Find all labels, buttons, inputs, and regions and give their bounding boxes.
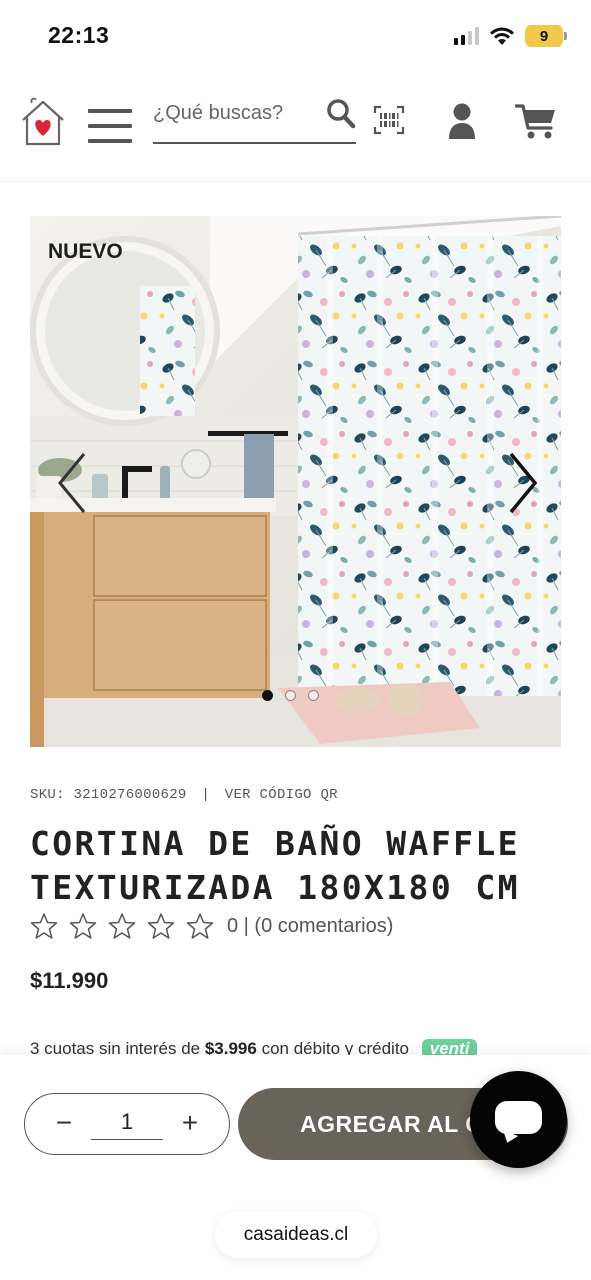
user-account-icon[interactable] — [447, 102, 477, 140]
rating-summary[interactable]: 0 | (0 comentarios) — [227, 915, 393, 938]
status-icons: 9 — [454, 25, 567, 47]
sku-line: SKU: 3210276000629 | VER CÓDIGO QR — [30, 787, 338, 803]
view-qr-link[interactable]: VER CÓDIGO QR — [225, 787, 338, 803]
product-title: CORTINA DE BAÑO WAFFLE TEXTURIZADA 180X1… — [30, 824, 520, 907]
site-header — [0, 72, 591, 182]
carousel-dot[interactable] — [308, 690, 319, 701]
search-box — [153, 94, 356, 144]
star-outline-icon[interactable] — [30, 912, 58, 940]
product-image-gallery[interactable]: NUEVO — [30, 216, 561, 747]
chevron-left-icon[interactable] — [52, 448, 92, 518]
product-rating[interactable]: 0 | (0 comentarios) — [30, 912, 393, 940]
status-bar: 22:13 9 — [0, 0, 591, 72]
star-outline-icon[interactable] — [108, 912, 136, 940]
star-outline-icon[interactable] — [69, 912, 97, 940]
quantity-stepper: − + — [24, 1093, 230, 1155]
browser-bottom-bar: casaideas.cl — [0, 1195, 591, 1280]
barcode-scanner-icon[interactable] — [373, 104, 405, 136]
quantity-input[interactable] — [91, 1104, 163, 1140]
wifi-icon — [490, 27, 514, 45]
browser-url-pill[interactable]: casaideas.cl — [215, 1212, 377, 1258]
chat-support-button[interactable] — [470, 1071, 567, 1168]
sku-separator: | — [201, 787, 211, 803]
quantity-increase-button[interactable]: + — [175, 1108, 205, 1138]
chevron-right-icon[interactable] — [503, 448, 543, 518]
star-outline-icon[interactable] — [147, 912, 175, 940]
battery-indicator: 9 — [525, 25, 567, 47]
carousel-pagination — [262, 690, 319, 701]
menu-line — [88, 109, 132, 113]
house-heart-logo-icon[interactable] — [18, 94, 68, 148]
search-input[interactable] — [153, 102, 318, 125]
shopping-cart-icon[interactable] — [515, 102, 557, 140]
new-badge: NUEVO — [48, 240, 123, 263]
hamburger-menu-button[interactable] — [88, 109, 132, 143]
menu-line — [88, 124, 132, 128]
search-icon[interactable] — [326, 98, 356, 130]
quantity-decrease-button[interactable]: − — [49, 1108, 79, 1138]
carousel-dot[interactable] — [285, 690, 296, 701]
star-outline-icon[interactable] — [186, 912, 214, 940]
product-price: $11.990 — [30, 968, 109, 993]
menu-line — [88, 139, 132, 143]
cellular-signal-icon — [454, 27, 479, 45]
sku-value: 3210276000629 — [73, 787, 187, 803]
status-time: 22:13 — [48, 22, 110, 48]
sku-label: SKU: — [30, 787, 65, 803]
product-photo — [30, 216, 561, 747]
carousel-dot[interactable] — [262, 690, 273, 701]
chat-bubble-icon — [495, 1101, 542, 1134]
